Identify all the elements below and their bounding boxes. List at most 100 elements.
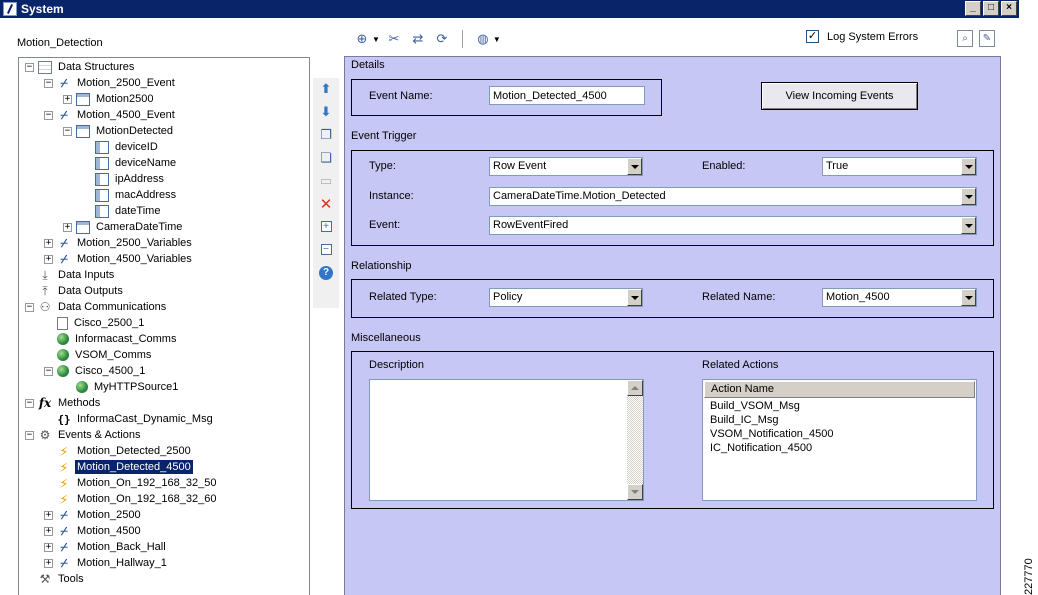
move-down-icon[interactable]: ⬇ bbox=[317, 103, 335, 120]
tree-item[interactable]: − Data Structures bbox=[25, 60, 136, 74]
copy-icon[interactable]: ❐ bbox=[317, 126, 335, 143]
tree-item[interactable]: MyHTTPSource1 bbox=[63, 380, 180, 394]
preview-icon[interactable]: ⌕ bbox=[957, 30, 973, 47]
chevron-down-icon[interactable] bbox=[961, 217, 976, 234]
scroll-down-icon[interactable] bbox=[627, 484, 643, 500]
collapse-icon[interactable]: − bbox=[63, 126, 72, 136]
expand-icon[interactable]: + bbox=[44, 510, 53, 520]
tree-item[interactable]: deviceID bbox=[82, 140, 160, 154]
list-item[interactable]: VSOM_Notification_4500 bbox=[703, 427, 976, 441]
view-incoming-events-button[interactable]: View Incoming Events bbox=[761, 82, 918, 110]
event-select[interactable]: RowEventFired bbox=[489, 216, 977, 235]
expand-icon[interactable]: + bbox=[44, 526, 53, 536]
tree-item[interactable]: + ⌿ Motion_4500 bbox=[44, 524, 143, 538]
action-name-column-header[interactable]: Action Name bbox=[704, 381, 975, 398]
tree-item[interactable]: ⚡ Motion_On_192_168_32_60 bbox=[44, 492, 218, 506]
chevron-down-icon[interactable]: ▼ bbox=[493, 35, 501, 44]
tree-item[interactable]: − Cisco_4500_1 bbox=[44, 364, 147, 378]
disconnect-icon[interactable]: ✂ bbox=[384, 30, 404, 48]
tree-item[interactable]: + Motion2500 bbox=[63, 92, 156, 106]
close-button[interactable]: × bbox=[1001, 1, 1017, 16]
bolt-icon: ⚡ bbox=[59, 443, 69, 459]
related-actions-list[interactable]: Action Name Build_VSOM_Msg Build_IC_Msg … bbox=[702, 379, 977, 501]
paste-icon[interactable]: ❏ bbox=[317, 149, 335, 166]
scroll-up-icon[interactable] bbox=[627, 380, 643, 396]
tree-item[interactable]: ⤓ Data Inputs bbox=[25, 268, 116, 282]
tree-item[interactable]: Informacast_Comms bbox=[44, 332, 178, 346]
chevron-down-icon[interactable] bbox=[961, 188, 976, 205]
tree-item[interactable]: + ⌿ Motion_Hallway_1 bbox=[44, 556, 169, 570]
description-textarea[interactable] bbox=[369, 379, 644, 501]
tree-item[interactable]: ⚡ Motion_Detected_4500 bbox=[44, 459, 194, 475]
chevron-down-icon[interactable] bbox=[627, 289, 642, 306]
globe-icon[interactable]: ◍ bbox=[473, 30, 493, 48]
window-controls: _ □ × bbox=[965, 1, 1017, 16]
tree-item[interactable]: − ⌿ Motion_2500_Event bbox=[44, 76, 177, 90]
maximize-button[interactable]: □ bbox=[983, 1, 999, 16]
tree-item[interactable]: + ⌿ Motion_4500_Variables bbox=[44, 252, 194, 266]
collapse-icon[interactable]: − bbox=[25, 398, 34, 408]
tree-item[interactable]: − ⚇ Data Communications bbox=[25, 300, 168, 314]
tree-item[interactable]: ipAddress bbox=[82, 172, 166, 186]
tree-item[interactable]: + ⌿ Motion_Back_Hall bbox=[44, 540, 168, 554]
log-errors-checkbox[interactable]: ✓ bbox=[806, 30, 819, 43]
tree-item[interactable]: + CameraDateTime bbox=[63, 220, 184, 234]
type-select[interactable]: Row Event bbox=[489, 157, 643, 176]
move-up-icon[interactable]: ⬆ bbox=[317, 80, 335, 97]
delete-icon[interactable]: ✕ bbox=[317, 195, 335, 213]
tree-item[interactable]: deviceName bbox=[82, 156, 178, 170]
tree-item[interactable]: + ⌿ Motion_2500 bbox=[44, 508, 143, 522]
help-icon[interactable]: ? bbox=[317, 264, 335, 281]
list-item[interactable]: Build_IC_Msg bbox=[703, 413, 976, 427]
collapse-icon[interactable]: − bbox=[44, 366, 53, 376]
list-item[interactable]: IC_Notification_4500 bbox=[703, 441, 976, 455]
expand-all-icon[interactable]: + bbox=[317, 218, 335, 235]
expand-icon[interactable]: + bbox=[44, 238, 53, 248]
expand-icon[interactable]: + bbox=[44, 542, 53, 552]
chevron-down-icon[interactable] bbox=[627, 158, 642, 175]
add-node-icon[interactable]: ⊕ bbox=[352, 30, 372, 48]
list-item[interactable]: Build_VSOM_Msg bbox=[703, 399, 976, 413]
tree-item[interactable]: {} InformaCast_Dynamic_Msg bbox=[44, 412, 215, 426]
description-scrollbar[interactable] bbox=[627, 380, 643, 500]
collapse-icon[interactable]: − bbox=[25, 302, 34, 312]
tree-item[interactable]: macAddress bbox=[82, 188, 178, 202]
expand-icon[interactable]: + bbox=[63, 94, 72, 104]
collapse-icon[interactable]: − bbox=[25, 430, 34, 440]
related-name-select[interactable]: Motion_4500 bbox=[822, 288, 977, 307]
tree-item[interactable]: − MotionDetected bbox=[63, 124, 175, 138]
log-errors-toggle[interactable]: ✓ Log System Errors bbox=[806, 30, 918, 43]
related-type-select[interactable]: Policy bbox=[489, 288, 643, 307]
tree-item[interactable]: + ⌿ Motion_2500_Variables bbox=[44, 236, 194, 250]
chevron-down-icon[interactable] bbox=[961, 158, 976, 175]
tree-item[interactable]: Cisco_2500_1 bbox=[44, 316, 146, 330]
tree-item[interactable]: ⚡ Motion_On_192_168_32_50 bbox=[44, 476, 218, 490]
tree-item[interactable]: − fx Methods bbox=[25, 396, 102, 410]
instance-select[interactable]: CameraDateTime.Motion_Detected bbox=[489, 187, 977, 206]
minimize-button[interactable]: _ bbox=[965, 1, 981, 16]
tree-item[interactable]: − ⌿ Motion_4500_Event bbox=[44, 108, 177, 122]
tree-item[interactable]: dateTime bbox=[82, 204, 162, 218]
collapse-all-icon[interactable]: − bbox=[317, 241, 335, 258]
tree-item[interactable]: VSOM_Comms bbox=[44, 348, 153, 362]
related-type-value: Policy bbox=[493, 291, 523, 303]
system-tree[interactable]: − Data Structures − ⌿ Motion_2500_Event + Moti… bbox=[18, 57, 310, 595]
collapse-icon[interactable]: − bbox=[25, 62, 34, 72]
chevron-down-icon[interactable]: ▼ bbox=[372, 35, 380, 44]
event-name-field[interactable] bbox=[489, 86, 645, 105]
tree-item[interactable]: ⚡ Motion_Detected_2500 bbox=[44, 444, 193, 458]
chevron-down-icon[interactable] bbox=[961, 289, 976, 306]
expand-icon[interactable]: + bbox=[44, 254, 53, 264]
window-title-bar[interactable]: System _ □ × bbox=[0, 0, 1019, 18]
expand-icon[interactable]: + bbox=[63, 222, 72, 232]
tree-item[interactable]: − ⚙ Events & Actions bbox=[25, 428, 143, 442]
connect-icon[interactable]: ⇄ bbox=[408, 30, 428, 48]
expand-icon[interactable]: + bbox=[44, 558, 53, 568]
tree-item[interactable]: ⤒ Data Outputs bbox=[25, 284, 125, 298]
collapse-icon[interactable]: − bbox=[44, 110, 53, 120]
refresh-icon[interactable]: ⟳ bbox=[432, 30, 452, 48]
enabled-select[interactable]: True bbox=[822, 157, 977, 176]
edit-icon[interactable]: ✎ bbox=[979, 30, 995, 47]
collapse-icon[interactable]: − bbox=[44, 78, 53, 88]
tree-item[interactable]: ⚒ Tools bbox=[25, 572, 86, 586]
